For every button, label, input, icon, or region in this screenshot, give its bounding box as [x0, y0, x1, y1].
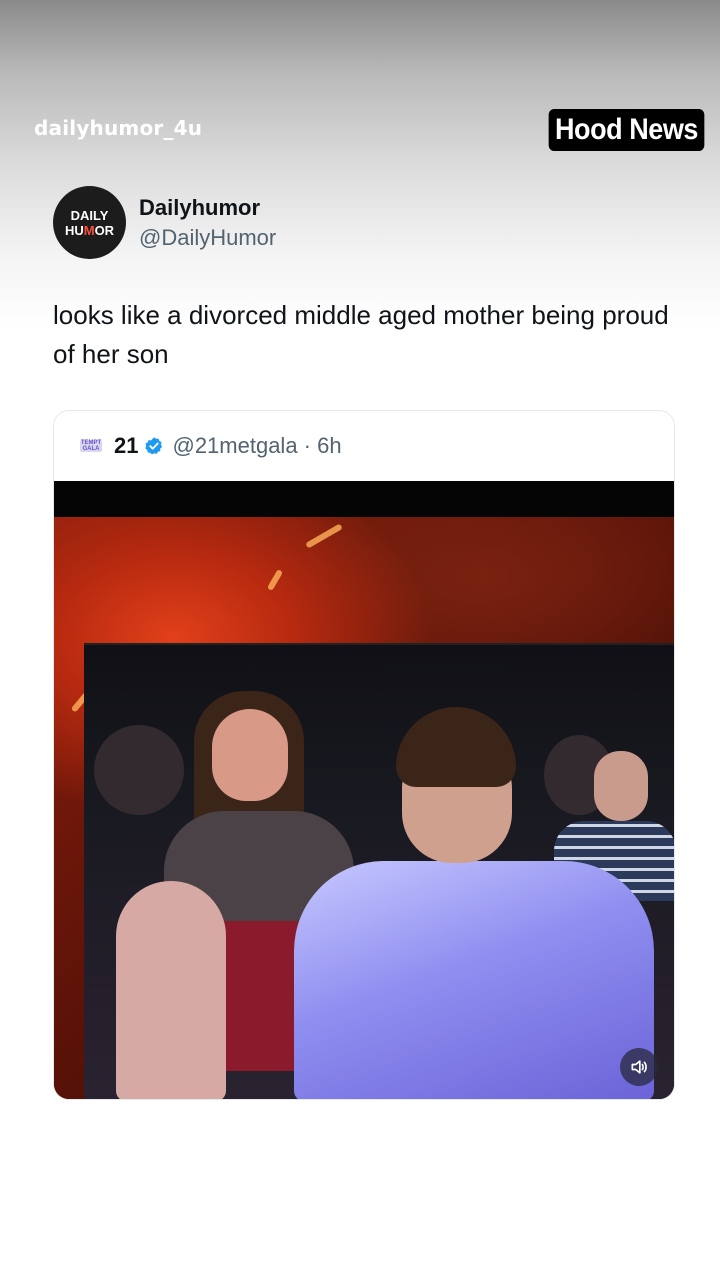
quoted-tweet-card[interactable]: TEMPT GALA 21 @21metgala · 6h [53, 410, 675, 1100]
background-man-face [594, 751, 648, 821]
tweet-text: looks like a divorced middle aged mother… [53, 300, 669, 369]
video-media[interactable] [54, 481, 674, 1099]
avatar[interactable]: DAILY HUMOR [53, 186, 126, 259]
display-name[interactable]: Dailyhumor [139, 195, 260, 221]
quoted-handle-time[interactable]: @21metgala · 6h [172, 433, 341, 459]
volume-icon [631, 1060, 647, 1074]
quoted-display-name[interactable]: 21 [114, 433, 138, 459]
stage-light [266, 568, 284, 592]
avatar-line1: DAILY [70, 207, 109, 223]
foreground-arm [116, 881, 226, 1099]
woman-face [212, 709, 288, 801]
avatar-line2: HUMOR [64, 222, 115, 238]
quoted-tweet-header: TEMPT GALA 21 @21metgala · 6h [54, 411, 674, 481]
top-gradient [0, 0, 720, 330]
man-hoodie [294, 861, 654, 1099]
stage-light [305, 523, 343, 549]
verified-badge-icon [145, 437, 163, 455]
creator-watermark: dailyhumor_4u [34, 116, 203, 140]
crowd-figure [94, 725, 184, 815]
user-handle[interactable]: @DailyHumor [139, 225, 276, 251]
hood-news-badge: Hood News [548, 109, 705, 151]
quoted-account-logo: TEMPT GALA [80, 440, 102, 452]
volume-button[interactable] [620, 1048, 658, 1086]
video-letterbox [54, 481, 674, 517]
